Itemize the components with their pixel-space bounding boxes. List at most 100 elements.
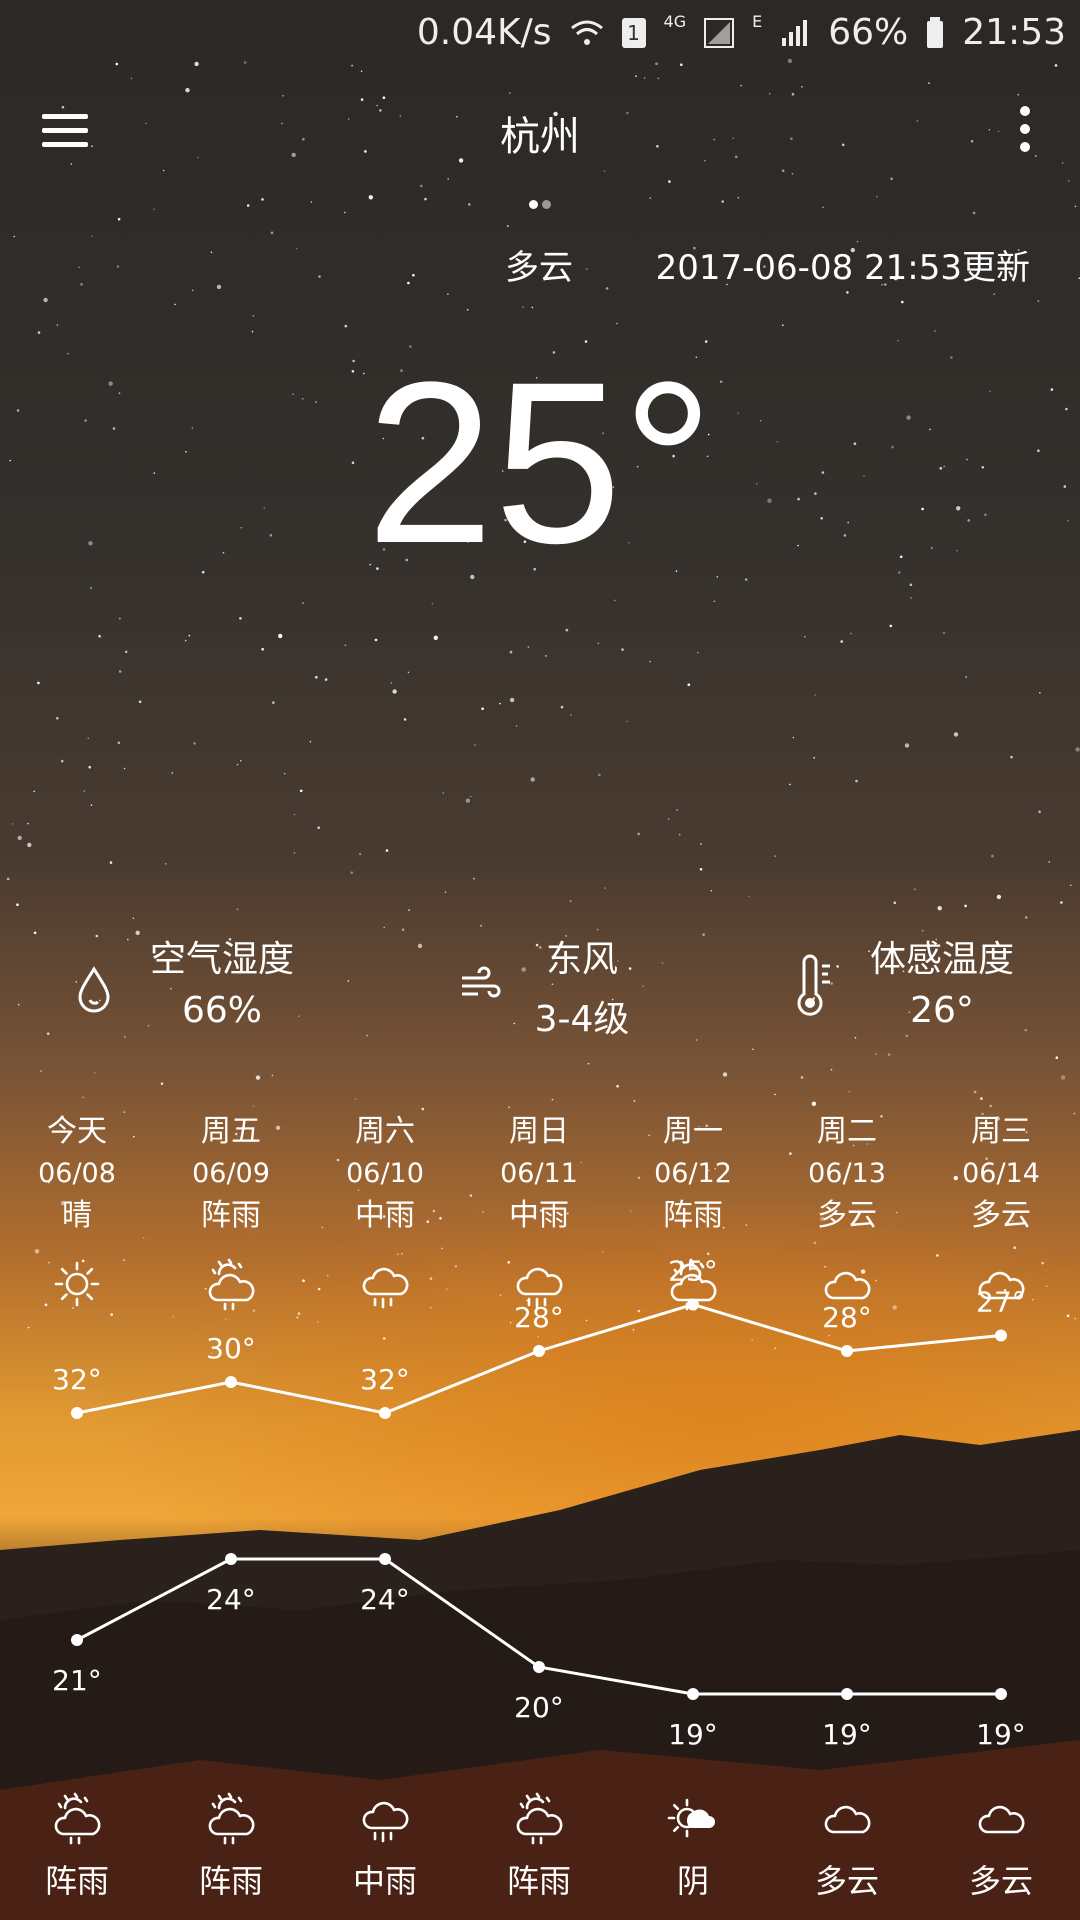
status-bar: 0.04K/s 1 4G E 66% 21:53 [0,0,1080,64]
high-temp-label: 32° [52,1363,102,1396]
cloud-icon [978,1805,1025,1834]
cloud-icon [824,1805,871,1834]
low-temp-label: 19° [976,1718,1026,1751]
low-temp-label: 21° [52,1664,102,1697]
low-temp-line [76,1557,1001,1696]
humidity-info: 空气湿度 66% [0,930,360,1050]
high-temp-point [533,1345,545,1357]
rain-icon [362,1267,409,1309]
forecast-night-column[interactable]: 阵雨 [154,1790,308,1902]
high-temp-label: 32° [360,1363,410,1396]
night-condition: 阵雨 [198,1862,263,1900]
forecast-night-column[interactable]: 阴 [616,1790,770,1902]
day-condition: 中雨 [509,1198,569,1233]
shower-icon [208,1258,255,1311]
wind-info: 东风 3-4级 [360,930,720,1050]
night-condition: 多云 [968,1862,1033,1900]
feels-like-info: 体感温度 26° [720,930,1080,1050]
day-name: 今天 [47,1114,107,1149]
network-type-secondary: E [752,12,763,31]
forecast-day-column[interactable]: 周六 06/10 中雨 [308,1110,462,1312]
forecast-night-column[interactable]: 阵雨 [0,1790,154,1902]
wifi-icon [570,20,603,45]
shower-icon [54,1792,101,1845]
low-temp-point [71,1634,83,1646]
forecast-day-column[interactable]: 今天 06/08 晴 [0,1110,154,1312]
high-temp-label: 28° [822,1301,872,1334]
high-temp-point [687,1298,699,1311]
sim-slot-number: 1 [627,20,640,45]
forecast-night-column[interactable]: 中雨 [308,1790,462,1902]
sun-icon [54,1261,100,1307]
day-date: 06/10 [346,1158,424,1189]
forecast-night-column[interactable]: 多云 [770,1790,924,1902]
city-name[interactable]: 杭州 [0,104,1080,162]
feels-like-value: 26° [910,990,974,1031]
signal-bars-icon [782,19,808,46]
low-temp-point [225,1553,237,1565]
day-condition: 阵雨 [663,1198,723,1233]
day-date: 06/09 [192,1158,270,1189]
wind-direction: 东风 [545,939,618,980]
day-condition: 多云 [971,1198,1031,1233]
signal-strength-icon [704,17,735,48]
day-condition: 多云 [817,1198,877,1233]
high-temp-label: 28° [514,1301,564,1334]
forecast-day-column[interactable]: 周二 06/13 多云 [770,1110,924,1312]
network-type: 4G [663,12,687,31]
low-temp-label: 20° [514,1691,564,1724]
current-temperature: 25° [366,334,714,591]
high-temp-point [995,1329,1007,1342]
shower-icon [208,1792,255,1845]
day-name: 周日 [509,1114,569,1149]
battery-percent: 66% [828,12,909,53]
rain-icon [362,1801,409,1843]
low-temp-label: 24° [206,1583,256,1616]
forecast-day-column[interactable]: 周三 06/14 多云 [924,1110,1078,1312]
humidity-label: 空气湿度 [149,939,294,980]
update-time: 2017-06-08 21:53更新 [655,248,1030,288]
current-condition: 多云 [505,248,573,288]
droplet-icon [78,966,110,1013]
network-speed: 0.04K/s [416,12,552,53]
night-condition: 多云 [814,1862,879,1900]
day-condition: 中雨 [355,1198,415,1233]
high-temp-point [379,1407,391,1419]
high-temp-point [71,1407,83,1419]
forecast-day-column[interactable]: 周五 06/09 阵雨 [154,1110,308,1312]
forecast-day-column[interactable]: 周日 06/11 中雨 [462,1110,616,1312]
night-condition: 阵雨 [44,1862,109,1900]
battery-icon [927,16,944,48]
day-date: 06/14 [962,1158,1040,1189]
low-temp-label: 19° [822,1718,872,1751]
forecast-night-column[interactable]: 阵雨 [462,1790,616,1902]
night-condition: 中雨 [352,1862,417,1900]
day-name: 周三 [971,1114,1031,1149]
day-date: 06/11 [500,1158,578,1189]
overcast-icon [667,1798,715,1838]
humidity-value: 66% [181,990,262,1031]
high-temp-label: 27° [976,1286,1026,1319]
day-date: 06/13 [808,1158,886,1189]
high-temp-point [225,1376,237,1388]
forecast-night-column[interactable]: 多云 [924,1790,1078,1902]
low-temp-point [687,1688,699,1700]
night-condition: 阴 [676,1862,709,1900]
low-temp-point [841,1688,853,1700]
high-temp-label: 30° [206,1332,256,1365]
page-dot-active [529,200,538,209]
day-name: 周一 [663,1114,723,1149]
page-indicator [527,194,553,213]
sim-card-icon: 1 [621,17,646,48]
day-condition: 阵雨 [201,1198,261,1233]
high-temp-point [841,1345,853,1357]
temperature-chart: 32° 30° 32° 28° 25° 28° 27° 21° 24° 24° 20° 19° 19° 1… [52,1255,1026,1752]
low-temp-label: 19° [668,1718,718,1751]
shower-icon [516,1792,563,1845]
low-temp-label: 24° [360,1583,410,1616]
day-date: 06/12 [654,1158,732,1189]
day-name: 周二 [817,1114,877,1149]
high-temp-label: 25° [668,1255,718,1288]
night-condition: 阵雨 [506,1862,571,1900]
day-name: 周五 [201,1114,261,1149]
